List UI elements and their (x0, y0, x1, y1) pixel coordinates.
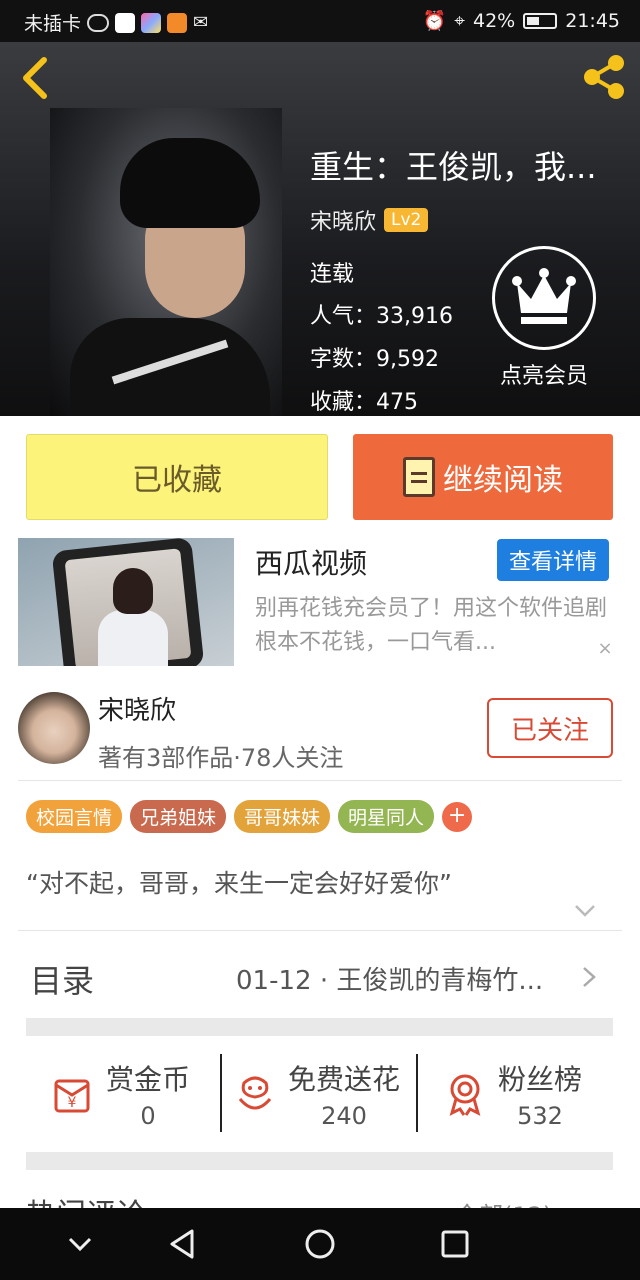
chevron-down-icon[interactable] (572, 898, 598, 924)
favorited-button[interactable]: 已收藏 (26, 434, 328, 520)
book-author-name: 宋晓欣 (310, 210, 377, 235)
tag-chip[interactable]: 明星同人 (338, 800, 435, 833)
photos-notification-icon (141, 12, 162, 33)
clock: 21:45 (565, 9, 620, 32)
ad-image[interactable] (18, 538, 234, 666)
book-title: 重生：王俊凯，我... (310, 148, 597, 186)
divider (220, 1054, 222, 1132)
word-count-stat: 字数：9,592 (310, 341, 439, 373)
video-notification-icon (167, 12, 188, 33)
book-author-row[interactable]: 宋晓欣 Lv2 (310, 204, 429, 236)
flower-icon (238, 1076, 272, 1110)
share-icon[interactable] (578, 52, 630, 102)
system-nav-bar (0, 1208, 640, 1280)
book-icon (403, 457, 435, 497)
chevron-right-icon[interactable] (580, 964, 598, 990)
tag-list: 校园言情 兄弟姐妹 哥哥妹妹 明星同人 + (26, 800, 473, 833)
words-value: 9,592 (376, 347, 439, 372)
add-tag-button[interactable]: + (442, 801, 473, 832)
reward-label: 粉丝榜 (498, 1063, 583, 1096)
send-flower-button[interactable]: 免费送花 240 (232, 1056, 400, 1132)
gold-coin-reward-button[interactable]: ¥ 赏金币 0 (50, 1056, 190, 1132)
following-button[interactable]: 已关注 (487, 698, 613, 758)
author-name[interactable]: 宋晓欣 (98, 690, 176, 727)
words-label: 字数： (310, 347, 377, 372)
following-label: 已关注 (510, 715, 589, 746)
section-separator (26, 1018, 613, 1036)
reward-label: 赏金币 (106, 1063, 191, 1096)
toc-label[interactable]: 目录 (30, 956, 94, 1002)
ad-close-icon[interactable]: × (588, 635, 622, 663)
ad-title[interactable]: 西瓜视频 (255, 542, 367, 582)
popularity-value: 33,916 (376, 304, 453, 329)
favorites-value: 475 (376, 390, 419, 415)
tag-chip[interactable]: 哥哥妹妹 (234, 800, 331, 833)
vip-label[interactable]: 点亮会员 (482, 358, 606, 390)
popularity-stat: 人气：33,916 (310, 298, 453, 330)
favorited-label: 已收藏 (132, 463, 222, 498)
ad-details-button[interactable]: 查看详情 (497, 539, 609, 581)
favorites-stat: 收藏：475 (310, 384, 418, 416)
author-avatar[interactable] (18, 692, 90, 764)
medal-icon (449, 1074, 481, 1116)
app-notification-icon (115, 12, 136, 33)
battery-icon (523, 12, 558, 29)
location-icon: ⌖ (454, 9, 465, 32)
vip-crown-button[interactable] (492, 246, 596, 350)
wifi-icon (87, 13, 110, 32)
reward-label: 免费送花 (288, 1063, 401, 1096)
nav-recents-icon[interactable] (437, 1226, 473, 1262)
crown-icon (512, 268, 576, 324)
nav-home-icon[interactable] (302, 1226, 338, 1262)
author-info: 著有3部作品·78人关注 (98, 744, 344, 772)
alarm-icon: ⏰ (422, 10, 447, 32)
book-blurb: “对不起，哥哥，来生一定会好好爱你” (26, 869, 452, 898)
reward-value: 532 (517, 1102, 563, 1130)
divider (18, 930, 622, 931)
back-arrow-icon[interactable] (18, 56, 52, 100)
ad-details-label: 查看详情 (508, 550, 597, 575)
svg-text:¥: ¥ (68, 1095, 77, 1111)
continue-reading-button[interactable]: 继续阅读 (353, 434, 613, 520)
wechat-icon: ✉ (193, 12, 209, 33)
battery-percent: 42% (473, 9, 516, 32)
section-separator (26, 1152, 613, 1170)
hide-keyboard-chevron-icon[interactable] (62, 1226, 98, 1262)
carrier-text: 未插卡 (24, 13, 82, 35)
reward-value: 0 (140, 1102, 156, 1130)
divider (416, 1054, 418, 1132)
continue-reading-label: 继续阅读 (443, 463, 563, 498)
serial-status: 连载 (310, 262, 355, 287)
divider (18, 780, 622, 781)
level-badge: Lv2 (384, 208, 429, 232)
tag-chip[interactable]: 兄弟姐妹 (130, 800, 227, 833)
tag-chip[interactable]: 校园言情 (26, 800, 123, 833)
latest-chapter[interactable]: 01-12 · 王俊凯的青梅竹... (236, 960, 576, 997)
favorites-label: 收藏： (310, 390, 377, 415)
popularity-label: 人气： (310, 304, 377, 329)
reward-value: 240 (321, 1102, 367, 1130)
fan-ranking-button[interactable]: 粉丝榜 532 (442, 1056, 582, 1132)
book-cover-image[interactable] (50, 108, 282, 416)
ad-description[interactable]: 别再花钱充会员了！用这个软件追剧根本不花钱，一口气看... (255, 592, 615, 660)
status-bar: 未插卡 ✉ ⏰ ⌖ 42% 21:45 (0, 0, 640, 42)
gold-coin-icon: ¥ (54, 1079, 90, 1113)
nav-back-icon[interactable] (164, 1226, 200, 1262)
